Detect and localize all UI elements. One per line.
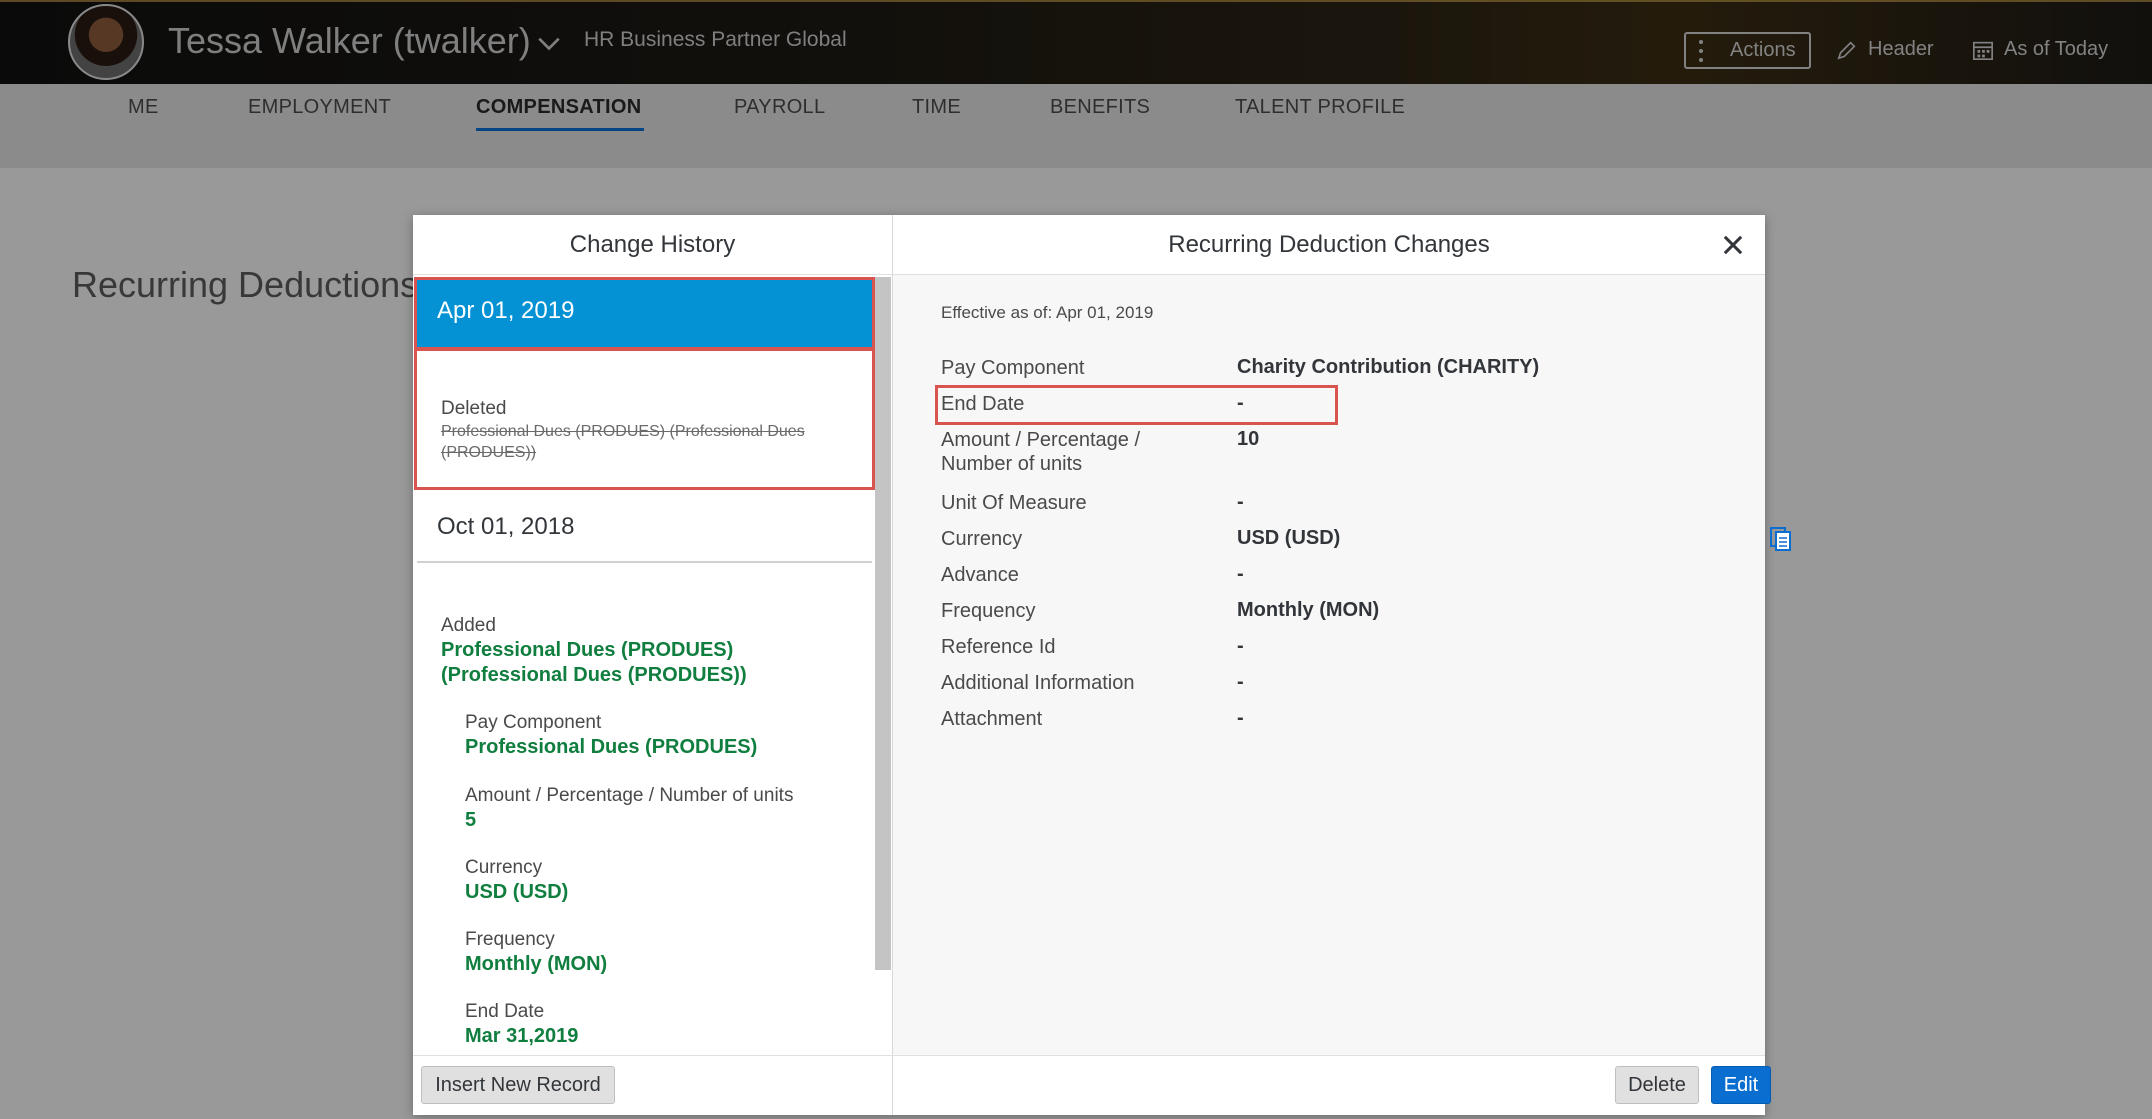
effective-date: Effective as of: Apr 01, 2019: [941, 303, 1154, 322]
pay-component-label: Pay Component: [941, 357, 1085, 379]
history-field-label: Amount / Percentage / Number of units: [465, 785, 794, 806]
advance-value: -: [1237, 563, 1244, 585]
highlight-box-end-date: [935, 385, 1338, 425]
recurring-deduction-changes-pane: Recurring Deduction Changes Effective as…: [893, 215, 1791, 1115]
change-history-title: Change History: [413, 215, 892, 275]
frequency-label: Frequency: [941, 600, 1036, 622]
history-added-item-line2: (Professional Dues (PRODUES)): [441, 664, 747, 686]
history-field-label: Pay Component: [465, 712, 602, 733]
recurring-deduction-changes-title: Recurring Deduction Changes: [893, 215, 1765, 275]
history-action-added: Added: [441, 615, 496, 636]
additional-information-label: Additional Information: [941, 672, 1135, 694]
history-field-value: 5: [465, 809, 477, 831]
history-action-deleted: Deleted: [441, 398, 507, 419]
highlight-box-selected-date: [414, 277, 875, 350]
pay-component-value: Charity Contribution (CHARITY): [1237, 356, 1540, 378]
currency-label: Currency: [941, 528, 1023, 550]
unit-of-measure-value: -: [1237, 491, 1244, 513]
delete-button[interactable]: Delete: [1615, 1066, 1699, 1104]
edit-button[interactable]: Edit: [1711, 1066, 1771, 1104]
history-scrollbar[interactable]: [875, 277, 891, 970]
history-date[interactable]: Oct 01, 2018: [417, 495, 872, 563]
page: Tessa Walker (twalker) HR Business Partn…: [0, 0, 2152, 1119]
history-field-label: End Date: [465, 1001, 545, 1022]
history-added-item-line1: Professional Dues (PRODUES): [441, 639, 734, 661]
reference-id-label: Reference Id: [941, 636, 1056, 658]
history-field-label: Currency: [465, 857, 543, 878]
right-footer: Delete Edit: [893, 1055, 1771, 1115]
history-field-label: Frequency: [465, 929, 555, 950]
frequency-value: Monthly (MON): [1237, 599, 1380, 621]
reference-id-value: -: [1237, 635, 1244, 657]
insert-new-record-button[interactable]: Insert New Record: [421, 1066, 615, 1104]
amount-label-line2: Number of units: [941, 453, 1083, 475]
amount-label-line1: Amount / Percentage /: [941, 429, 1141, 451]
history-field-value: USD (USD): [465, 881, 569, 903]
unit-of-measure-label: Unit Of Measure: [941, 492, 1087, 514]
history-deleted-item: Professional Dues (PRODUES) (Professiona…: [441, 423, 805, 461]
history-field-value: Mar 31,2019: [465, 1025, 579, 1047]
attachment-value: -: [1237, 707, 1244, 729]
left-footer: Insert New Record: [413, 1055, 893, 1115]
close-icon[interactable]: [1719, 231, 1747, 259]
attachment-label: Attachment: [941, 708, 1043, 730]
additional-information-value: -: [1237, 671, 1244, 693]
change-history-pane: Change History Apr 01, 2019 Deleted Prof…: [413, 215, 893, 1115]
amount-value: 10: [1237, 428, 1260, 450]
history-field-value: Professional Dues (PRODUES): [465, 736, 758, 758]
currency-value: USD (USD): [1237, 527, 1341, 549]
history-field-value: Monthly (MON): [465, 953, 608, 975]
advance-label: Advance: [941, 564, 1019, 586]
copy-icon[interactable]: [1769, 526, 1793, 552]
change-history-dialog: Change History Apr 01, 2019 Deleted Prof…: [413, 215, 1791, 1115]
